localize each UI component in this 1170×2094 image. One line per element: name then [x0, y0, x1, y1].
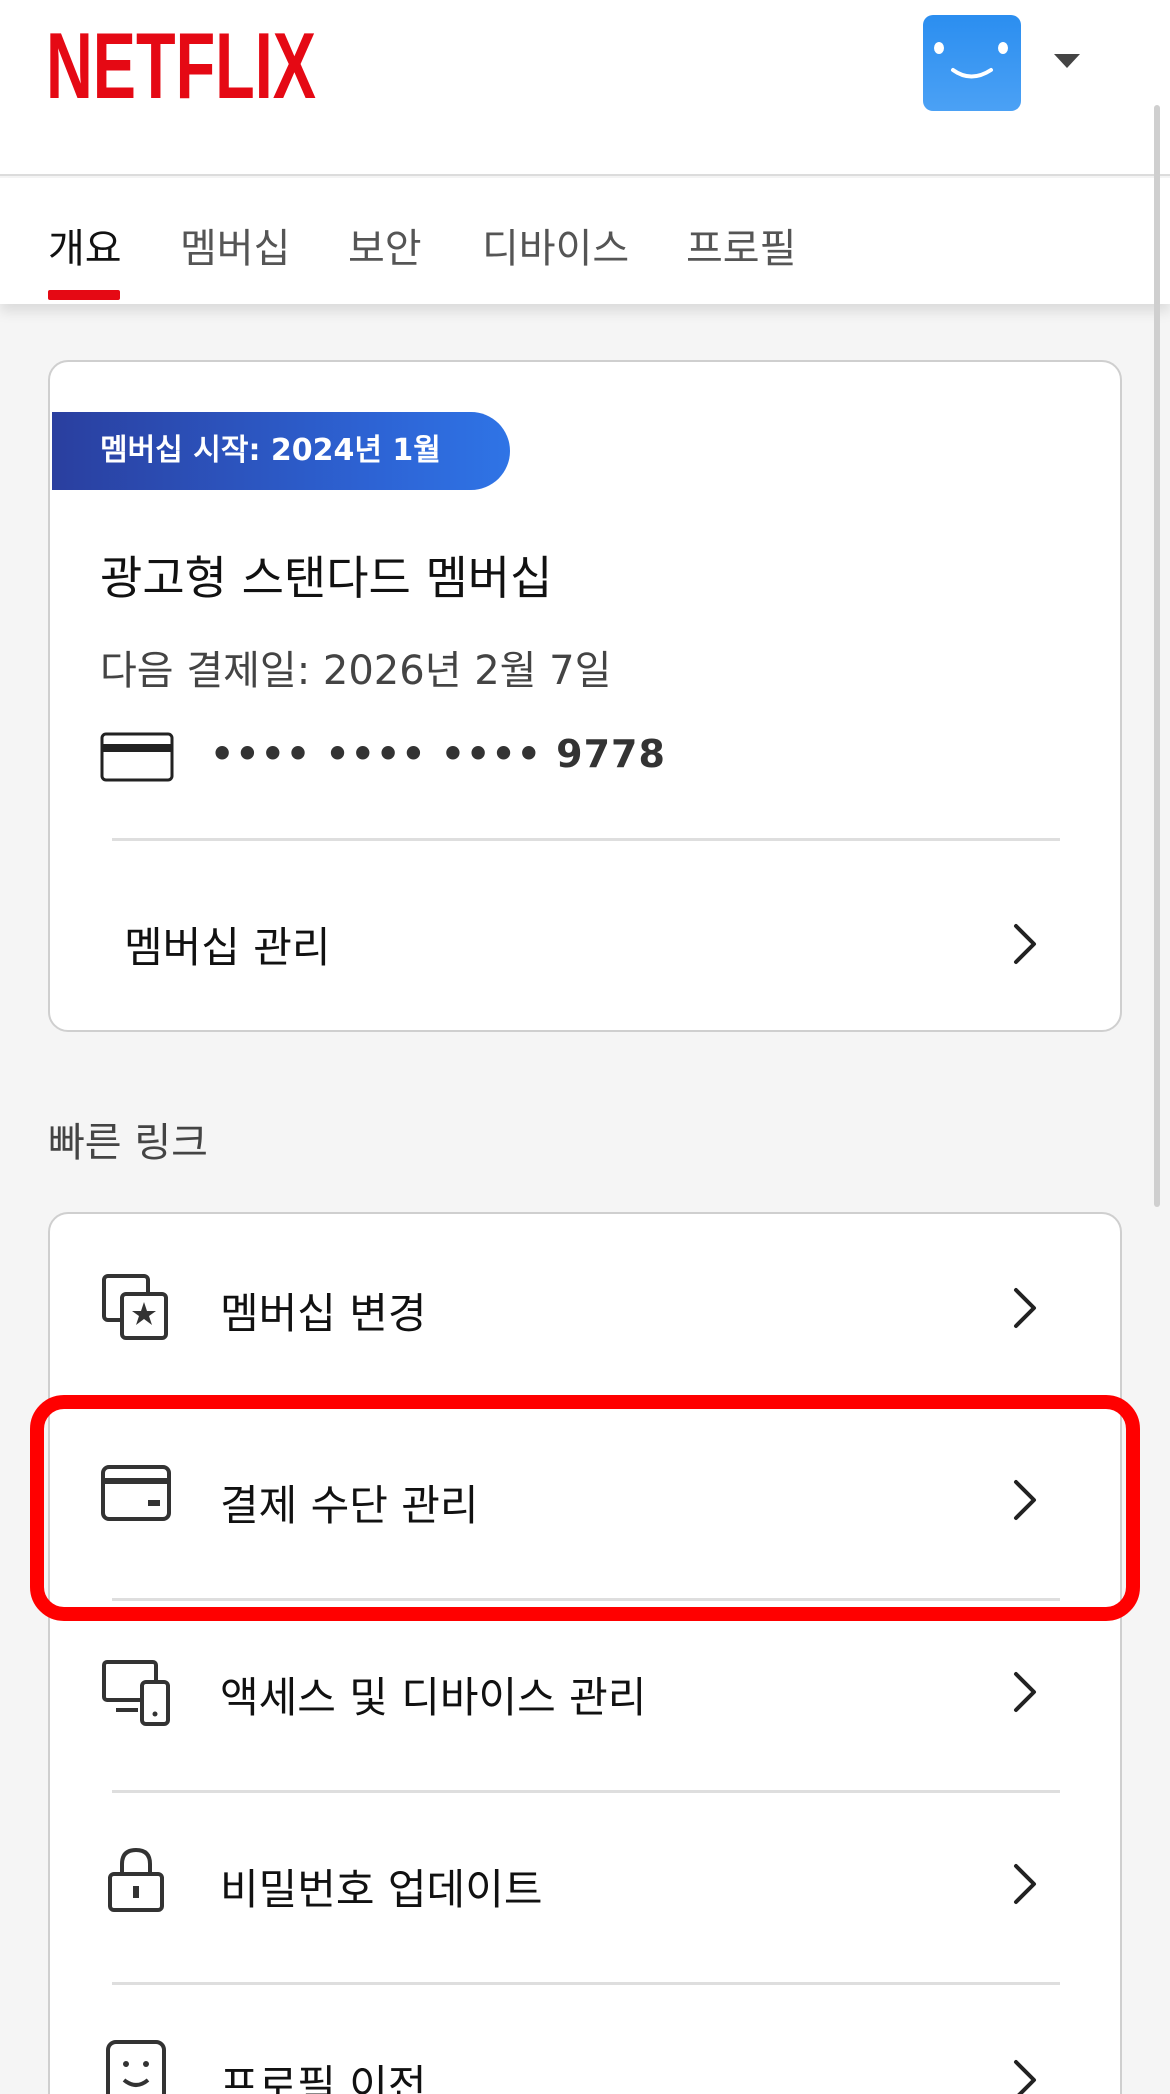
link-label: 액세스 및 디바이스 관리: [220, 1673, 647, 1722]
caret-down-icon[interactable]: [1054, 54, 1080, 68]
chevron-right-icon: [1014, 1864, 1036, 1904]
masked-card-number: •••• •••• •••• 9778: [210, 732, 666, 776]
netflix-logo-text: NETFLIX: [46, 22, 316, 104]
link-profile-transfer[interactable]: 프로필 이전: [50, 1982, 1120, 2094]
tab-devices[interactable]: 디바이스: [482, 216, 629, 274]
manage-membership-label: 멤버십 관리: [124, 923, 331, 972]
netflix-logo[interactable]: NETFLIX: [46, 22, 318, 104]
link-label: 멤버십 변경: [220, 1289, 427, 1338]
quick-links-card: 멤버십 변경 결제 수단 관리 액세스 및 디바이스 관리 비밀번호 업데이트 …: [48, 1212, 1122, 2094]
tab-overview[interactable]: 개요: [48, 216, 122, 274]
quick-links-title: 빠른 링크: [48, 1120, 208, 1166]
link-label: 결제 수단 관리: [220, 1481, 479, 1530]
membership-card: 멤버십 시작: 2024년 1월 광고형 스탠다드 멤버십 다음 결제일: 20…: [48, 360, 1122, 1032]
header-bar: NETFLIX: [0, 0, 1170, 176]
membership-since-badge: 멤버십 시작: 2024년 1월: [52, 412, 510, 490]
active-tab-indicator: [48, 290, 120, 300]
payment-card-icon: [101, 1465, 171, 1521]
link-label: 프로필 이전: [220, 2061, 427, 2094]
chevron-right-icon: [1014, 1480, 1036, 1520]
account-tabs: 개요 멤버십 보안 디바이스 프로필: [0, 178, 1170, 304]
link-manage-payment[interactable]: 결제 수단 관리: [50, 1406, 1120, 1596]
divider: [112, 838, 1060, 841]
scrollbar-thumb[interactable]: [1154, 105, 1160, 1207]
chevron-right-icon: [1014, 2060, 1036, 2094]
credit-card-icon: [100, 732, 174, 782]
tab-security[interactable]: 보안: [348, 216, 422, 274]
profile-avatar[interactable]: [923, 15, 1021, 111]
next-billing-date: 다음 결제일: 2026년 2월 7일: [100, 648, 612, 694]
change-plan-icon: [102, 1274, 168, 1340]
account-page: NETFLIX 개요 멤버십 보안 디바이스 프로필 멤버십 시작: 2024년…: [0, 0, 1170, 2094]
plan-name: 광고형 스탠다드 멤버십: [100, 551, 553, 605]
chevron-right-icon: [1014, 1288, 1036, 1328]
chevron-right-icon: [1014, 924, 1036, 964]
link-update-password[interactable]: 비밀번호 업데이트: [50, 1790, 1120, 1980]
link-manage-devices[interactable]: 액세스 및 디바이스 관리: [50, 1598, 1120, 1788]
tab-membership[interactable]: 멤버십: [180, 216, 290, 274]
link-label: 비밀번호 업데이트: [220, 1865, 543, 1914]
tab-profiles[interactable]: 프로필: [686, 216, 796, 274]
chevron-right-icon: [1014, 1672, 1036, 1712]
link-change-plan[interactable]: 멤버십 변경: [50, 1214, 1120, 1404]
manage-membership-row[interactable]: 멤버십 관리: [50, 858, 1120, 1032]
devices-icon: [102, 1660, 170, 1726]
profile-transfer-icon: [106, 2040, 166, 2094]
smiley-face-icon: [934, 42, 1008, 79]
lock-icon: [108, 1847, 164, 1912]
